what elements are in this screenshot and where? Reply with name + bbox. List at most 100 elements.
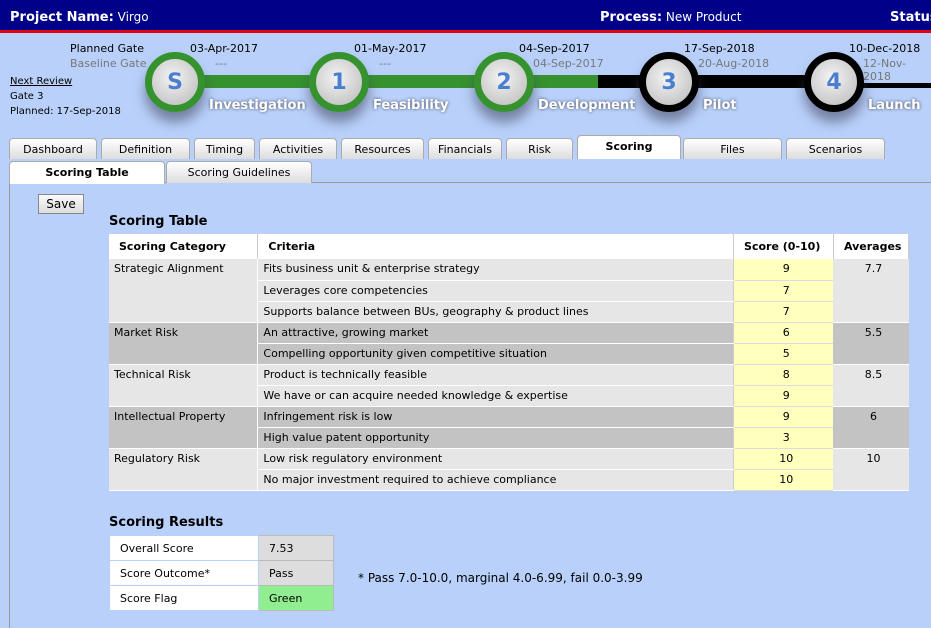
score-input[interactable]: 5 [733,343,834,365]
gate-baseline-date: 20-Aug-2018 [698,57,770,70]
gate-circle[interactable]: 4 [804,52,864,112]
tab-activities[interactable]: Activities [259,138,337,159]
col-averages: Averages [833,234,910,259]
score-input[interactable]: 7 [733,301,834,323]
tab-dashboard[interactable]: Dashboard [9,138,97,159]
gate-circle[interactable]: 1 [309,52,369,112]
criteria: We have or can acquire needed knowledge … [257,385,734,407]
tab-scoring[interactable]: Scoring [577,135,681,159]
gate-letter: S [167,69,183,95]
criteria: Compelling opportunity given competitive… [257,343,734,365]
table-row: Technical Risk Product is technically fea… [109,364,909,407]
criteria: Leverages core competencies [257,280,734,302]
criteria: An attractive, growing market [257,322,734,344]
stage-label[interactable]: Investigation [209,98,306,113]
gate-letter: 2 [496,69,512,95]
scoring-table: Scoring Category Criteria Score (0-10) A… [109,234,910,491]
scoring-category: Intellectual Property [109,406,259,449]
next-review-planned: Planned: 17-Sep-2018 [10,106,121,117]
score-input[interactable]: 10 [733,448,834,470]
score-input[interactable]: 10 [733,469,834,491]
tab-definition[interactable]: Definition [101,138,190,159]
stage-label[interactable]: Launch [868,98,921,113]
subtab-scoring-table[interactable]: Scoring Table [9,161,165,184]
gate-baseline-date: --- [379,57,391,70]
gate-circle[interactable]: 3 [639,52,699,112]
criteria: High value patent opportunity [257,427,734,449]
gate-baseline-date: 12-Nov-2018 [863,57,931,83]
next-review-gate: Gate 3 [10,91,44,102]
score-input[interactable]: 9 [733,406,834,428]
table-row: Strategic Alignment Fits business unit & … [109,259,909,323]
result-row: Overall Score 7.53 [109,535,334,561]
score-legend-note: * Pass 7.0-10.0, marginal 4.0-6.99, fail… [358,571,643,585]
criteria: Low risk regulatory environment [257,448,734,470]
gate-baseline-date: --- [215,57,227,70]
project-name: Project Name: Virgo [10,10,149,25]
gate-circle[interactable]: S [145,52,205,112]
process: Process: New Product [600,10,742,25]
result-row: Score Flag Green [109,585,334,611]
scoring-category: Strategic Alignment [109,259,259,323]
category-average: 10 [833,448,909,491]
result-value: 7.53 [258,535,334,561]
category-average: 6 [833,406,909,449]
table-row: Regulatory Risk Low risk regulatory envir… [109,448,909,491]
scoring-table-title: Scoring Table [109,214,208,229]
stage-label[interactable]: Pilot [703,98,737,113]
score-input[interactable]: 6 [733,322,834,344]
criteria: Fits business unit & enterprise strategy [257,259,734,281]
header-bar: Project Name: Virgo Process: New Product… [0,0,931,33]
tab-scenarios[interactable]: Scenarios [786,138,885,159]
score-input[interactable]: 9 [733,259,834,281]
score-input[interactable]: 8 [733,364,834,386]
gate-planned-date: 03-Apr-2017 [190,42,259,55]
tab-resources[interactable]: Resources [341,138,424,159]
score-input[interactable]: 3 [733,427,834,449]
col-criteria: Criteria [257,234,735,259]
gate-planned-date: 17-Sep-2018 [684,42,755,55]
scoring-category: Market Risk [109,322,259,365]
result-label: Overall Score [109,535,259,561]
gate-letter: 1 [331,69,347,95]
gate-planned-date: 01-May-2017 [354,42,427,55]
table-row: Market Risk An attractive, growing market… [109,322,909,365]
score-input[interactable]: 9 [733,385,834,407]
col-score: Score (0-10) [733,234,834,259]
result-value: Green [258,585,334,611]
gate-baseline-date: 04-Sep-2017 [533,57,604,70]
gate-planned-date: 10-Dec-2018 [849,42,921,55]
category-average: 5.5 [833,322,909,365]
result-row: Score Outcome* Pass [109,560,334,586]
next-review-link[interactable]: Next Review [10,76,72,87]
scoring-category: Technical Risk [109,364,259,407]
category-average: 7.7 [833,259,909,323]
scoring-results-title: Scoring Results [109,515,224,530]
tab-risk[interactable]: Risk [506,138,573,159]
criteria: Product is technically feasible [257,364,734,386]
save-button[interactable]: Save [38,194,84,214]
tab-financials[interactable]: Financials [428,138,502,159]
subtab-scoring-guidelines[interactable]: Scoring Guidelines [166,161,312,183]
stage-label[interactable]: Development [538,98,635,113]
tab-timing[interactable]: Timing [194,138,255,159]
col-category: Scoring Category [109,234,259,259]
criteria: Supports balance between BUs, geography … [257,301,734,323]
stage-label[interactable]: Feasibility [373,98,449,113]
gate-letter: 4 [826,69,842,95]
criteria: Infringement risk is low [257,406,734,428]
gate-circle[interactable]: 2 [474,52,534,112]
planned-gate-label: Planned Gate [70,42,144,55]
table-row: Intellectual Property Infringement risk i… [109,406,909,449]
baseline-gate-label: Baseline Gate [70,57,147,70]
score-input[interactable]: 7 [733,280,834,302]
result-label: Score Outcome* [109,560,259,586]
tab-files[interactable]: Files [683,138,782,159]
criteria: No major investment required to achieve … [257,469,734,491]
result-value: Pass [258,560,334,586]
result-label: Score Flag [109,585,259,611]
status-label: Status [890,10,931,25]
scoring-category: Regulatory Risk [109,448,259,491]
gate-letter: 3 [661,69,677,95]
gate-planned-date: 04-Sep-2017 [519,42,590,55]
